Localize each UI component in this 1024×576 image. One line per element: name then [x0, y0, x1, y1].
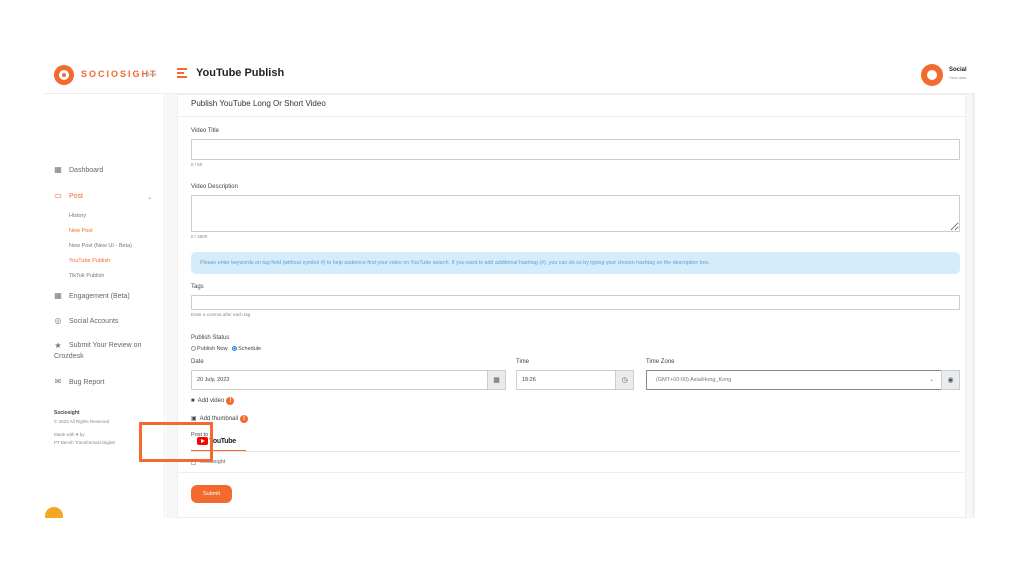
timezone-select[interactable]: (GMT+00:00) Asia/Hong_Kong ⌄: [646, 370, 942, 390]
sociosight-logo-icon: [54, 65, 74, 85]
sidebar-subitem-new-post-beta[interactable]: New Post (New UI - Beta): [69, 243, 132, 249]
sidebar-item-review[interactable]: ★ Submit Your Review on: [54, 342, 141, 350]
sidebar-item-review-line2[interactable]: Crozdesk: [54, 353, 84, 360]
publish-now-label[interactable]: Publish Now: [197, 346, 228, 352]
submit-highlight-box: [139, 422, 213, 462]
avatar[interactable]: [921, 64, 943, 86]
timezone-label: Time Zone: [646, 359, 675, 365]
divider: [178, 472, 965, 473]
video-description-textarea[interactable]: [191, 195, 960, 232]
time-label: Time: [516, 359, 530, 365]
sidebar-item-label: Bug Report: [69, 378, 105, 386]
chevron-down-icon: ⌄: [929, 377, 934, 383]
chat-widget-icon[interactable]: [45, 507, 63, 518]
sidebar-subitem-youtube-publish[interactable]: YouTube Publish: [69, 258, 110, 264]
hamburger-menu-icon[interactable]: [177, 68, 187, 78]
sidebar-subitem-new-post[interactable]: New Post: [69, 228, 93, 234]
schedule-label[interactable]: Schedule: [238, 346, 261, 352]
footer-made-label: Made with: [54, 432, 75, 437]
chevron-down-icon[interactable]: ⌄: [147, 194, 152, 201]
publish-status-label: Publish Status: [191, 335, 230, 341]
schedule-radio[interactable]: [232, 346, 238, 352]
publish-form-card: Publish YouTube Long Or Short Video Vide…: [177, 94, 966, 518]
mail-icon: ✉: [54, 377, 62, 386]
user-role: View data: [949, 75, 967, 80]
divider: [178, 116, 965, 117]
sidebar-subitem-tiktok-publish[interactable]: TikTok Publish: [69, 273, 104, 279]
add-video-row[interactable]: ■ Add video!: [191, 397, 235, 405]
video-description-counter: 0 / 4500: [191, 234, 208, 239]
globe-icon[interactable]: ◉: [941, 370, 960, 390]
calendar-icon[interactable]: ▦: [487, 370, 506, 390]
submit-button[interactable]: Submit: [191, 485, 232, 503]
sidebar-item-bug-report[interactable]: ✉ Bug Report: [54, 377, 105, 386]
card-title: Publish YouTube Long Or Short Video: [191, 99, 326, 108]
tags-info-alert: Please enter keywords on tag field (with…: [191, 252, 960, 274]
video-title-label: Video Title: [191, 128, 219, 134]
main-content: Publish YouTube Long Or Short Video Vide…: [166, 94, 975, 518]
video-camera-icon: ■: [191, 398, 195, 404]
sidebar-item-label: Engagement (Beta): [69, 292, 130, 300]
warning-icon: !: [226, 397, 235, 405]
scrollbar[interactable]: [972, 94, 975, 518]
timezone-value: (GMT+00:00) Asia/Hong_Kong: [656, 377, 732, 383]
sidebar-item-post[interactable]: ▭ Post: [54, 192, 83, 200]
brand-sub: Beta: [146, 72, 157, 78]
youtube-label: YouTube: [209, 437, 236, 445]
date-label: Date: [191, 359, 204, 365]
top-header: SOCIOSIGHT Beta YouTube Publish Social V…: [43, 56, 975, 94]
clock-icon[interactable]: ◷: [615, 370, 634, 390]
sidebar-item-label: Submit Your Review on: [69, 342, 142, 349]
globe-icon: ◎: [54, 316, 62, 325]
monitor-icon: ▭: [54, 191, 62, 200]
tags-label: Tags: [191, 284, 204, 290]
tags-hint: Enter a comma after each tag: [191, 312, 251, 317]
calendar-grid-icon: ▦: [54, 165, 62, 174]
sidebar-item-label: Crozdesk: [54, 353, 84, 360]
sidebar-item-engagement[interactable]: ▦ Engagement (Beta): [54, 291, 130, 300]
warning-icon: !: [240, 415, 249, 423]
page-title: YouTube Publish: [196, 67, 285, 79]
date-input[interactable]: [191, 370, 489, 390]
footer-company: PT Bersih Transformasi Digital: [54, 440, 115, 445]
footer-copyright: © 2023 All Rights Reserved: [54, 419, 110, 424]
sidebar-item-label: Post: [69, 192, 84, 200]
tags-input[interactable]: [191, 295, 960, 310]
footer-by-label: by: [79, 432, 85, 437]
sidebar-subitem-history[interactable]: History: [69, 213, 86, 219]
user-name[interactable]: Social: [949, 67, 967, 73]
sidebar-item-label: Dashboard: [69, 166, 104, 174]
grid-icon: ▦: [54, 291, 62, 300]
add-video-label[interactable]: Add video: [198, 398, 225, 404]
heart-icon: ♥: [75, 432, 79, 437]
publish-now-radio[interactable]: [191, 346, 196, 352]
video-title-input[interactable]: [191, 139, 960, 160]
sidebar-item-social-accounts[interactable]: ◎ Social Accounts: [54, 316, 119, 325]
publish-status-options: Publish Now Schedule: [191, 346, 261, 352]
divider: [191, 451, 960, 452]
video-title-counter: 0 / 60: [191, 162, 203, 167]
footer-title: Sociosight: [54, 410, 80, 416]
star-icon: ★: [54, 341, 62, 350]
sidebar-item-dashboard[interactable]: ▦ Dashboard: [54, 166, 103, 174]
sidebar-item-label: Social Accounts: [69, 317, 119, 325]
image-icon: ▣: [191, 416, 197, 422]
video-description-label: Video Description: [191, 184, 238, 190]
footer-made-with: Made with ♥ by: [54, 432, 84, 437]
time-input[interactable]: [516, 370, 616, 390]
